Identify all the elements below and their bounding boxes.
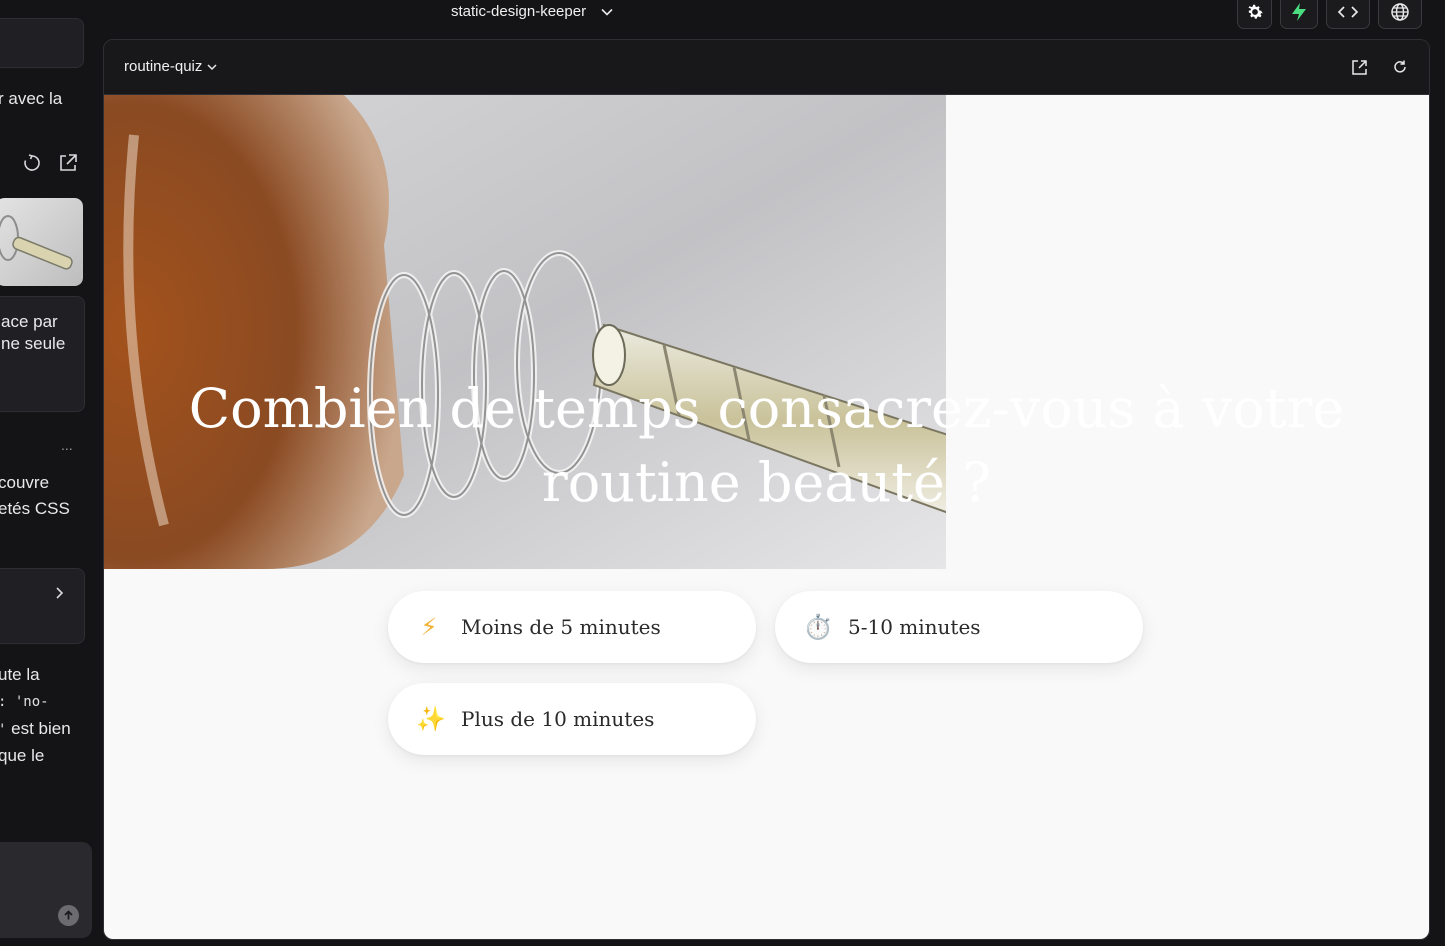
stopwatch-icon: ⏱️ <box>803 613 833 641</box>
refresh-button[interactable] <box>1390 57 1410 77</box>
image-thumbnail[interactable] <box>0 198 83 286</box>
supabase-button[interactable] <box>1280 0 1318 29</box>
lightning-icon: ⚡ <box>420 613 438 641</box>
gear-icon <box>1247 4 1263 19</box>
option-less-than-5[interactable]: ⚡ Moins de 5 minutes <box>388 591 756 663</box>
top-bar: static-design-keeper <box>0 0 1445 38</box>
project-name: static-design-keeper <box>451 3 587 20</box>
restore-icon[interactable] <box>22 153 42 173</box>
refresh-icon <box>1394 60 1406 73</box>
project-selector[interactable]: static-design-keeper <box>451 3 614 20</box>
route-name: routine-quiz <box>124 58 203 75</box>
globe-icon <box>1391 2 1409 21</box>
preview-toolbar: routine-quiz <box>104 40 1429 95</box>
option-more-than-10[interactable]: ✨ Plus de 10 minutes <box>388 683 756 755</box>
chevron-down-icon <box>207 63 217 70</box>
chevron-right-icon <box>56 587 64 599</box>
option-label: Moins de 5 minutes <box>461 615 661 639</box>
send-button[interactable] <box>58 905 79 926</box>
open-new-tab-button[interactable] <box>1349 57 1369 77</box>
chat-input[interactable] <box>0 842 92 938</box>
code-view-button[interactable] <box>1326 0 1370 29</box>
option-5-to-10[interactable]: ⏱️ 5-10 minutes <box>775 591 1143 663</box>
chat-message-card: ace par ne seule <box>0 296 85 412</box>
external-link-icon <box>1351 59 1367 75</box>
chevron-down-icon <box>601 8 613 16</box>
arrow-up-icon <box>64 910 73 920</box>
app-preview: Combien de temps consacrez-vous à votre … <box>104 95 1429 939</box>
bolt-icon <box>1292 2 1306 21</box>
chat-message-card <box>0 18 84 68</box>
route-selector[interactable]: routine-quiz <box>124 58 218 75</box>
code-icon <box>1337 5 1359 18</box>
collapsible-card[interactable] <box>0 568 85 644</box>
preview-frame: routine-quiz Combien de temps consacrez-… <box>103 39 1430 940</box>
option-label: 5-10 minutes <box>848 615 981 639</box>
chat-text: r avec la <box>0 89 63 108</box>
sparkles-icon: ✨ <box>416 705 446 733</box>
more-options-icon[interactable]: ... <box>61 434 73 456</box>
settings-button[interactable] <box>1237 0 1272 29</box>
option-label: Plus de 10 minutes <box>461 707 655 731</box>
quiz-question: Combien de temps consacrez-vous à votre … <box>188 377 1345 514</box>
external-link-icon[interactable] <box>58 153 78 173</box>
chat-panel: r avec la ace par ne seule ... couvre et… <box>0 0 100 946</box>
publish-button[interactable] <box>1378 0 1422 29</box>
